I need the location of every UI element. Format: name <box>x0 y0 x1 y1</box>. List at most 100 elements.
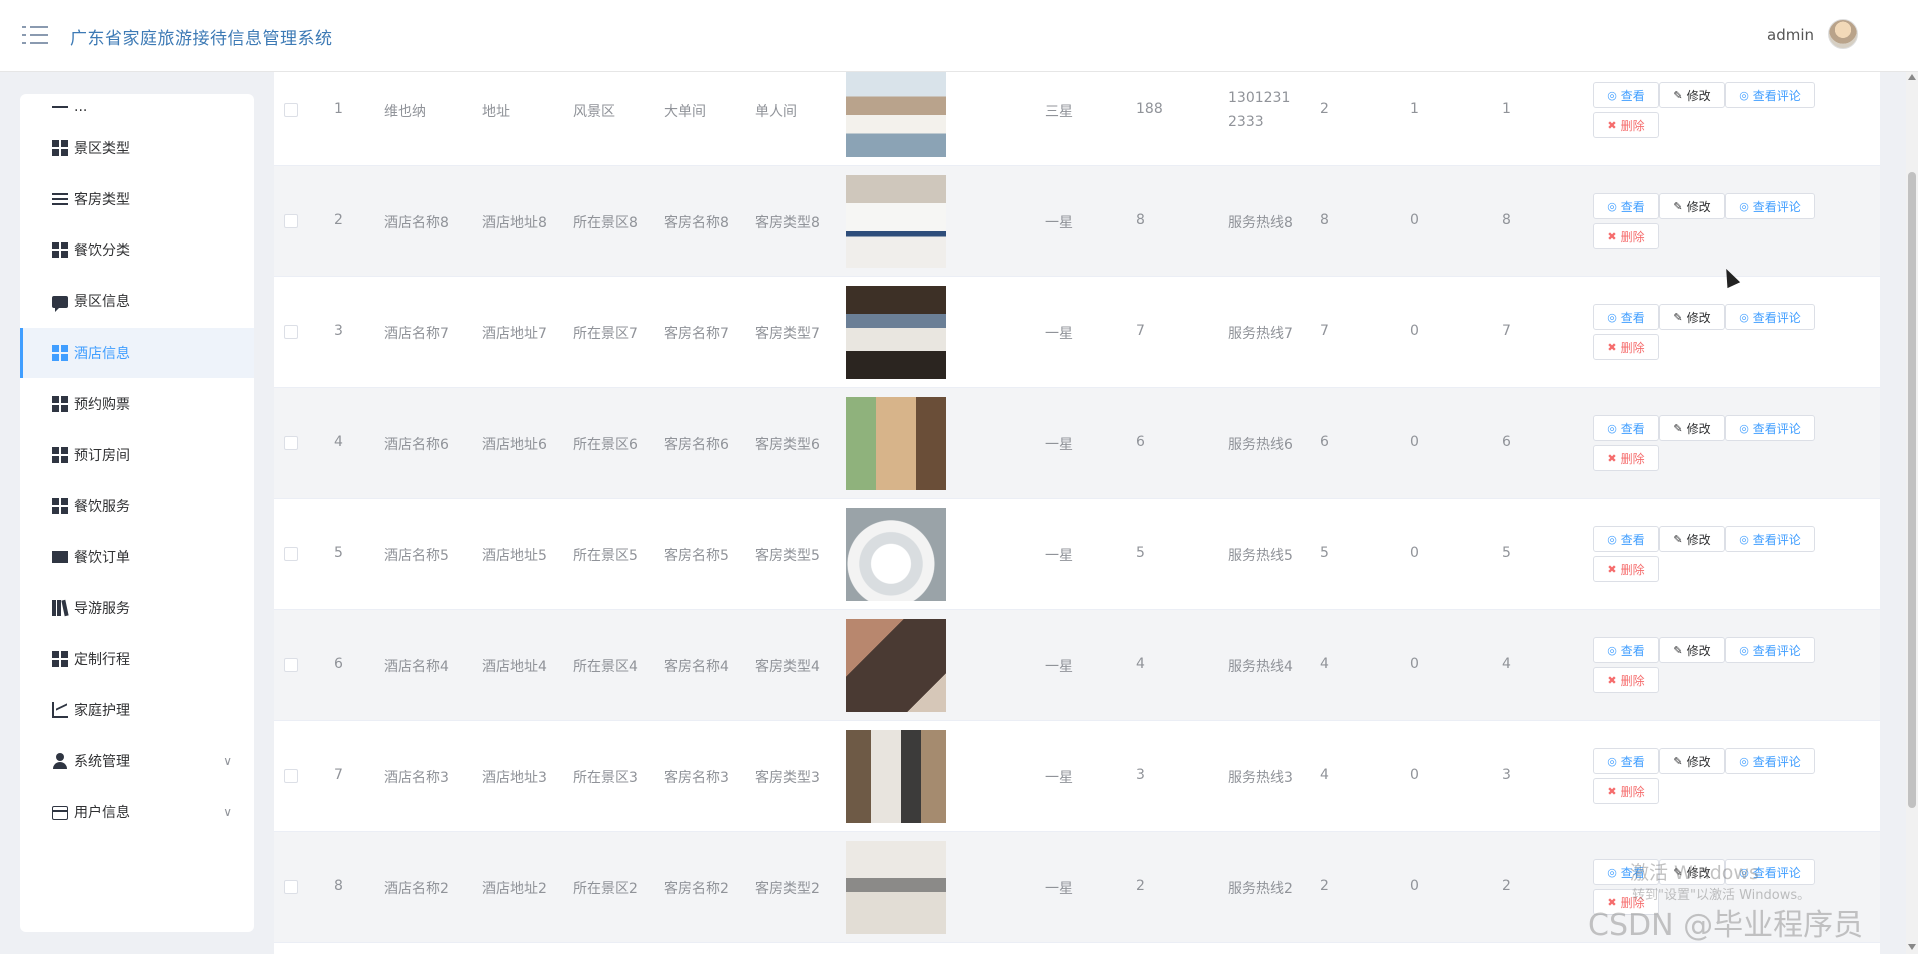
delete-button[interactable]: ✖ 删除 <box>1593 667 1659 693</box>
row-checkbox[interactable] <box>284 436 298 450</box>
delete-button-label: 删除 <box>1620 340 1645 355</box>
avatar[interactable] <box>1828 19 1858 49</box>
hotel-table: 1 维也纳 地址 风景区 大单间 单人间 三星 188 13012312333 2 1 1 ◎ 查看 ✎ 修改… <box>274 72 1880 954</box>
sidebar-item-2[interactable]: 客房类型 <box>20 174 254 224</box>
grid-icon <box>52 345 68 361</box>
room-name: 客房名称8 <box>664 215 729 231</box>
edit-button[interactable]: ✎ 修改 <box>1659 304 1725 330</box>
sidebar-item-12[interactable]: 家庭护理 <box>20 685 254 735</box>
view-button[interactable]: ◎ 查看 <box>1593 637 1659 663</box>
sidebar-item-label: 导游服务 <box>74 601 130 617</box>
view-comments-button[interactable]: ◎ 查看评论 <box>1725 526 1815 552</box>
eye-icon: ◎ <box>1607 421 1617 435</box>
delete-button[interactable]: ✖ 删除 <box>1593 778 1659 804</box>
row-checkbox[interactable] <box>284 103 298 117</box>
count-1: 6 <box>1320 434 1329 450</box>
row-checkbox[interactable] <box>284 658 298 672</box>
chart-icon <box>52 702 68 718</box>
sidebar-item-7[interactable]: 预订房间 <box>20 430 254 480</box>
sidebar-item-3[interactable]: 餐饮分类 <box>20 225 254 275</box>
view-button[interactable]: ◎ 查看 <box>1593 415 1659 441</box>
price: 2 <box>1136 878 1145 894</box>
delete-button[interactable]: ✖ 删除 <box>1593 445 1659 471</box>
delete-button[interactable]: ✖ 删除 <box>1593 112 1659 138</box>
sidebar-item-1[interactable]: 景区类型 <box>20 123 254 173</box>
view-button-label: 查看 <box>1620 88 1645 103</box>
view-comments-button[interactable]: ◎ 查看评论 <box>1725 415 1815 441</box>
edit-button[interactable]: ✎ 修改 <box>1659 415 1725 441</box>
sidebar-item-11[interactable]: 定制行程 <box>20 634 254 684</box>
service-hotline: 服务热线4 <box>1228 659 1293 675</box>
menu-toggle-icon[interactable] <box>22 24 48 46</box>
scenic-area: 所在景区2 <box>573 881 638 897</box>
sidebar-item-label: 家庭护理 <box>74 703 130 719</box>
view-button[interactable]: ◎ 查看 <box>1593 748 1659 774</box>
count-2: 1 <box>1410 101 1419 117</box>
book-icon <box>52 599 69 617</box>
scenic-area: 所在景区8 <box>573 215 638 231</box>
view-button[interactable]: ◎ 查看 <box>1593 526 1659 552</box>
view-comments-button[interactable]: ◎ 查看评论 <box>1725 637 1815 663</box>
page-scrollbar[interactable] <box>1906 72 1918 954</box>
view-comments-button[interactable]: ◎ 查看评论 <box>1725 748 1815 774</box>
hotel-image <box>846 72 946 157</box>
scenic-area: 所在景区6 <box>573 437 638 453</box>
eye-icon: ◎ <box>1607 532 1617 546</box>
service-hotline: 服务热线7 <box>1228 326 1293 342</box>
edit-button[interactable]: ✎ 修改 <box>1659 637 1725 663</box>
scroll-up-icon[interactable] <box>1908 74 1916 80</box>
count-2: 0 <box>1410 545 1419 561</box>
view-button[interactable]: ◎ 查看 <box>1593 193 1659 219</box>
sidebar-item-5[interactable]: 酒店信息 <box>20 328 254 378</box>
delete-button[interactable]: ✖ 删除 <box>1593 334 1659 360</box>
hotel-image <box>846 841 946 934</box>
sidebar-item-9[interactable]: 餐饮订单 <box>20 532 254 582</box>
edit-button[interactable]: ✎ 修改 <box>1659 82 1725 108</box>
sidebar-item-10[interactable]: 导游服务 <box>20 583 254 633</box>
row-checkbox[interactable] <box>284 769 298 783</box>
count-1: 7 <box>1320 323 1329 339</box>
hotel-image <box>846 286 946 379</box>
scroll-down-icon[interactable] <box>1908 944 1916 950</box>
hotel-name: 酒店名称5 <box>384 548 449 564</box>
sidebar-item-label: 景区信息 <box>74 294 130 310</box>
scroll-thumb[interactable] <box>1908 172 1916 808</box>
trash-icon: ✖ <box>1607 340 1617 354</box>
delete-button-label: 删除 <box>1620 673 1645 688</box>
room-name: 客房名称2 <box>664 881 729 897</box>
view-comments-button-label: 查看评论 <box>1752 88 1801 103</box>
view-button[interactable]: ◎ 查看 <box>1593 82 1659 108</box>
delete-button[interactable]: ✖ 删除 <box>1593 223 1659 249</box>
username[interactable]: admin <box>1767 26 1814 44</box>
table-row: 7 酒店名称3 酒店地址3 所在景区3 客房名称3 客房类型3 一星 3 服务热线3 4 0 3 ◎ 查看… <box>274 721 1880 832</box>
edit-button[interactable]: ✎ 修改 <box>1659 748 1725 774</box>
view-comments-button[interactable]: ◎ 查看评论 <box>1725 304 1815 330</box>
view-comments-button-label: 查看评论 <box>1752 310 1801 325</box>
sidebar-item-8[interactable]: 餐饮服务 <box>20 481 254 531</box>
delete-button[interactable]: ✖ 删除 <box>1593 556 1659 582</box>
eye-icon: ◎ <box>1739 310 1749 324</box>
sidebar-item-6[interactable]: 预约购票 <box>20 379 254 429</box>
row-checkbox[interactable] <box>284 880 298 894</box>
row-checkbox[interactable] <box>284 325 298 339</box>
table-row: 6 酒店名称4 酒店地址4 所在景区4 客房名称4 客房类型4 一星 4 服务热线4 4 0 4 ◎ 查看… <box>274 610 1880 721</box>
count-1: 4 <box>1320 767 1329 783</box>
sidebar-item-label: 酒店信息 <box>74 346 130 362</box>
view-comments-button[interactable]: ◎ 查看评论 <box>1725 193 1815 219</box>
view-comments-button[interactable]: ◎ 查看评论 <box>1725 82 1815 108</box>
hotel-name: 酒店名称7 <box>384 326 449 342</box>
sidebar-item-4[interactable]: 景区信息 <box>20 276 254 326</box>
sidebar-item-13[interactable]: 系统管理 ∨ <box>20 736 254 786</box>
hotel-image <box>846 730 946 823</box>
row-checkbox[interactable] <box>284 214 298 228</box>
view-button[interactable]: ◎ 查看 <box>1593 304 1659 330</box>
trash-icon: ✖ <box>1607 451 1617 465</box>
row-checkbox[interactable] <box>284 547 298 561</box>
trash-icon: ✖ <box>1607 562 1617 576</box>
count-3: 1 <box>1502 101 1511 117</box>
edit-button[interactable]: ✎ 修改 <box>1659 526 1725 552</box>
hotel-address: 酒店地址8 <box>482 215 547 231</box>
sidebar-item-14[interactable]: 用户信息 ∨ <box>20 787 254 837</box>
hotel-address: 酒店地址2 <box>482 881 547 897</box>
edit-button[interactable]: ✎ 修改 <box>1659 193 1725 219</box>
